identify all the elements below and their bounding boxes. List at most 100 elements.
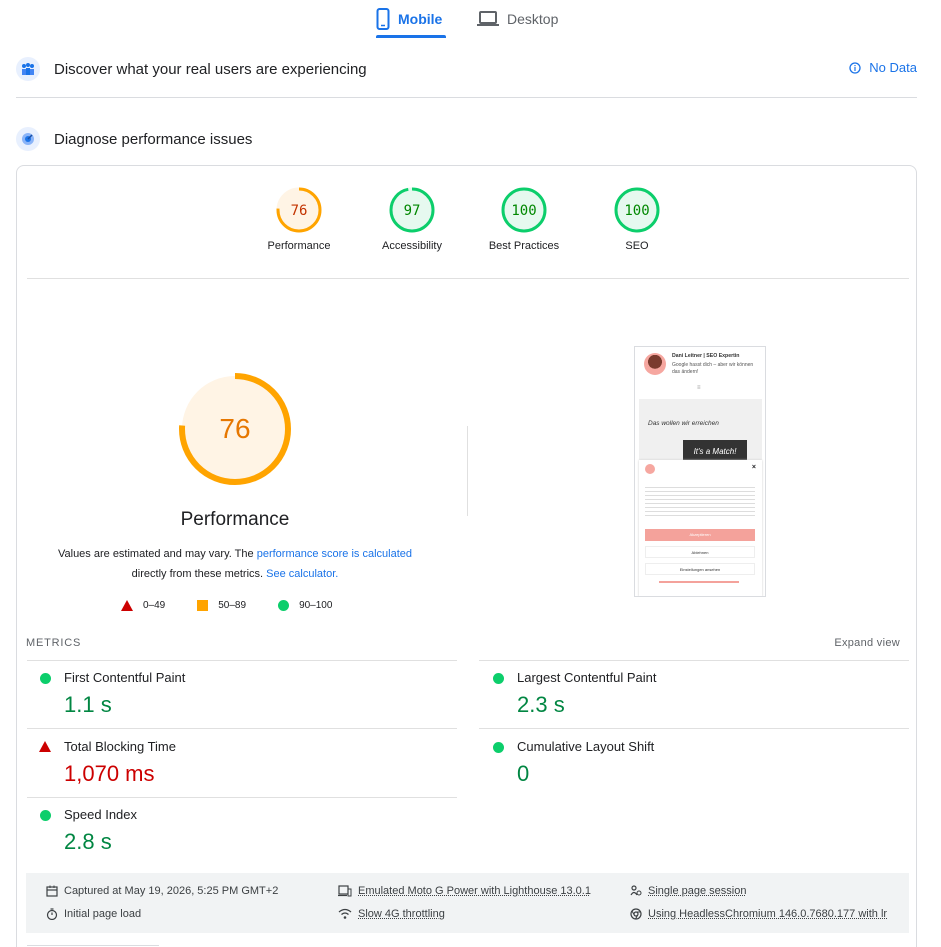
real-users-header: Discover what your real users are experi… xyxy=(16,49,917,89)
triangle-icon xyxy=(121,600,133,611)
page-screenshot-thumbnail[interactable]: Dani Leitner | SEO Expertin Google hasst… xyxy=(634,346,766,597)
thumb-hero-text: Das wollen wir erreichen xyxy=(648,420,719,427)
metric-value: 0 xyxy=(517,761,529,787)
metric-lcp: Largest Contentful Paint 2.3 s xyxy=(480,663,900,731)
chrome-icon xyxy=(630,908,642,920)
thumb-footer-links xyxy=(659,581,739,583)
divider xyxy=(479,728,909,729)
gauge-performance[interactable]: 76 Performance xyxy=(249,186,349,252)
pass-circle-icon xyxy=(493,673,504,684)
pass-circle-icon xyxy=(493,742,504,753)
run-info-footer: Captured at May 19, 2026, 5:25 PM GMT+2 … xyxy=(26,873,909,933)
speedometer-icon xyxy=(16,127,40,151)
thumb-cookie-modal: × Akzeptieren Ablehnen Einstellungen ans… xyxy=(639,460,762,597)
desc-text-1: Values are estimated and may vary. The xyxy=(58,548,257,560)
tab-desktop[interactable]: Desktop xyxy=(477,0,569,38)
gauge-seo-ring: 100 xyxy=(613,186,661,234)
throttling-info[interactable]: Slow 4G throttling xyxy=(338,908,445,920)
gauge-best-practices[interactable]: 100 Best Practices xyxy=(474,186,574,252)
thumb-reject-button: Ablehnen xyxy=(645,546,755,558)
gauge-performance-value: 76 xyxy=(291,203,308,219)
metric-value: 2.8 s xyxy=(64,829,112,855)
pass-circle-icon xyxy=(40,810,51,821)
close-icon: × xyxy=(752,464,756,471)
timer-icon xyxy=(46,908,58,920)
gauge-performance-ring: 76 xyxy=(275,186,323,234)
score-gauges: 76 Performance 97 Accessibility 100 Best… xyxy=(17,186,918,266)
emulation-info[interactable]: Emulated Moto G Power with Lighthouse 13… xyxy=(338,885,591,897)
metric-name: First Contentful Paint xyxy=(64,670,185,685)
diagnose-title: Diagnose performance issues xyxy=(54,131,252,148)
metric-fcp: First Contentful Paint 1.1 s xyxy=(27,663,447,731)
menu-icon: ≡ xyxy=(697,385,701,391)
performance-big-gauge: 76 xyxy=(177,371,293,487)
tab-mobile-label: Mobile xyxy=(398,11,442,27)
score-legend: 0–49 50–89 90–100 xyxy=(121,600,364,611)
performance-score-link[interactable]: performance score is calculated xyxy=(257,548,412,560)
no-data-label: No Data xyxy=(869,60,917,75)
legend-pass: 90–100 xyxy=(278,600,332,611)
browser-info[interactable]: Using HeadlessChromium 146.0.7680.177 wi… xyxy=(630,908,887,920)
captured-text: Captured at May 19, 2026, 5:25 PM GMT+2 xyxy=(64,885,278,897)
gauge-seo[interactable]: 100 SEO xyxy=(587,186,687,252)
session-info[interactable]: Single page session xyxy=(630,885,746,897)
person-icon xyxy=(630,885,642,897)
gauge-best-practices-label: Best Practices xyxy=(474,240,574,252)
legend-pass-label: 90–100 xyxy=(299,600,332,611)
desc-text-2: directly from these metrics. xyxy=(132,568,266,580)
metrics-heading: METRICS xyxy=(26,637,81,649)
tab-desktop-label: Desktop xyxy=(507,11,558,27)
diagnose-header: Diagnose performance issues xyxy=(16,119,917,159)
no-data-link[interactable]: No Data xyxy=(849,60,917,75)
gauge-best-practices-ring: 100 xyxy=(500,186,548,234)
expand-view-toggle[interactable]: Expand view xyxy=(834,637,900,649)
divider xyxy=(27,945,159,946)
gauge-seo-value: 100 xyxy=(624,203,649,219)
metric-name: Cumulative Layout Shift xyxy=(517,739,654,754)
see-calculator-link[interactable]: See calculator. xyxy=(266,568,338,580)
devices-icon xyxy=(338,885,352,897)
divider xyxy=(27,660,457,661)
metric-speed-index: Speed Index 2.8 s xyxy=(27,800,447,868)
legend-fail-label: 0–49 xyxy=(143,600,165,611)
people-icon xyxy=(16,57,40,81)
thumb-accept-button: Akzeptieren xyxy=(645,529,755,541)
performance-big-score: 76 xyxy=(219,413,250,444)
gauge-accessibility-label: Accessibility xyxy=(362,240,462,252)
load-type-info: Initial page load xyxy=(46,908,141,920)
real-users-title: Discover what your real users are experi… xyxy=(54,61,367,78)
legend-average: 50–89 xyxy=(197,600,246,611)
metric-cls: Cumulative Layout Shift 0 xyxy=(480,732,900,800)
metric-value: 2.3 s xyxy=(517,692,565,718)
captured-info: Captured at May 19, 2026, 5:25 PM GMT+2 xyxy=(46,885,278,897)
divider xyxy=(27,797,457,798)
info-icon xyxy=(849,62,861,74)
vertical-divider xyxy=(467,426,468,516)
pass-circle-icon xyxy=(40,673,51,684)
divider xyxy=(479,660,909,661)
wifi-icon xyxy=(338,908,352,920)
gauge-accessibility[interactable]: 97 Accessibility xyxy=(362,186,462,252)
browser-text: Using HeadlessChromium 146.0.7680.177 wi… xyxy=(648,908,887,920)
initial-load-text: Initial page load xyxy=(64,908,141,920)
gauge-seo-label: SEO xyxy=(587,240,687,252)
active-tab-indicator xyxy=(376,35,446,38)
metric-name: Largest Contentful Paint xyxy=(517,670,656,685)
metric-tbt: Total Blocking Time 1,070 ms xyxy=(27,732,447,800)
performance-title: Performance xyxy=(17,509,453,531)
tab-mobile[interactable]: Mobile xyxy=(376,0,446,38)
laptop-icon xyxy=(477,11,499,27)
gauge-performance-label: Performance xyxy=(249,240,349,252)
square-icon xyxy=(197,600,208,611)
calendar-icon xyxy=(46,885,58,897)
divider xyxy=(16,97,917,98)
metric-name: Speed Index xyxy=(64,807,137,822)
legend-average-label: 50–89 xyxy=(218,600,246,611)
thumb-site-title: Dani Leitner | SEO Expertin xyxy=(672,353,739,359)
thumb-settings-button: Einstellungen ansehen xyxy=(645,563,755,575)
metric-value: 1,070 ms xyxy=(64,761,155,787)
gauge-best-practices-value: 100 xyxy=(511,203,536,219)
divider xyxy=(27,278,909,279)
metric-value: 1.1 s xyxy=(64,692,112,718)
legend-fail: 0–49 xyxy=(121,600,165,611)
